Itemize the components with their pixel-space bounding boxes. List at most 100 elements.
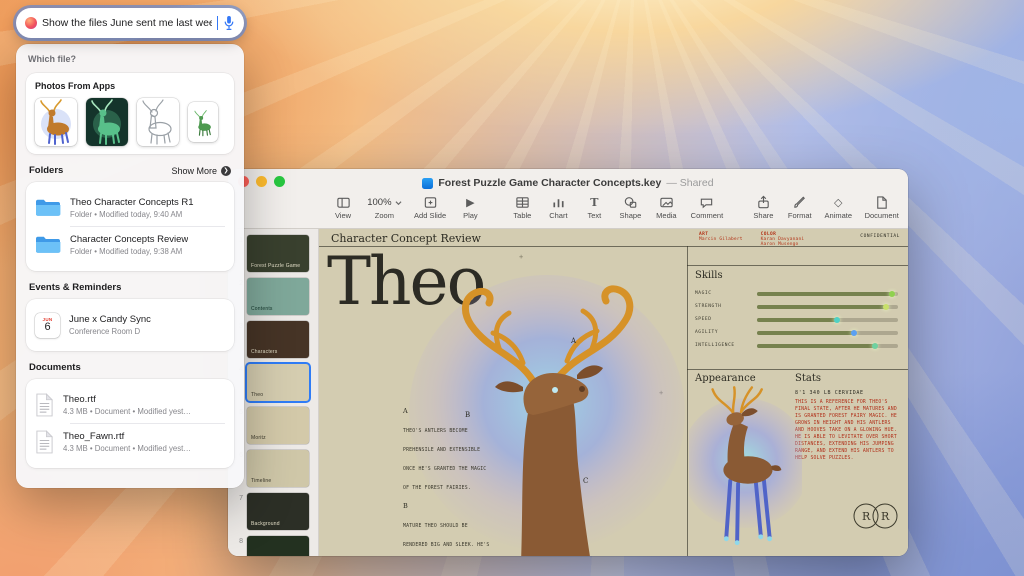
keynote-window: Forest Puzzle Game Character Concepts.ke… xyxy=(228,169,908,556)
slide-thumbnail-label: Forest Puzzle Game xyxy=(251,262,301,269)
photo-result-thumbnail[interactable] xyxy=(137,98,179,146)
skill-row: SPEED xyxy=(695,313,898,326)
skills-title: Skills xyxy=(695,270,723,281)
photo-result-thumbnail[interactable] xyxy=(35,98,77,146)
microphone-icon[interactable] xyxy=(223,15,235,31)
slide-thumbnail: Contents xyxy=(247,278,309,315)
zoom-control[interactable]: 100% Zoom xyxy=(367,195,402,220)
slide-thumbnail-row[interactable]: 8 xyxy=(228,536,318,556)
skill-bar-track xyxy=(757,329,898,336)
window-titlebar[interactable]: Forest Puzzle Game Character Concepts.ke… xyxy=(228,169,908,193)
photo-result-thumbnail[interactable] xyxy=(86,98,128,146)
share-icon xyxy=(758,195,769,209)
chart-button[interactable]: Chart xyxy=(547,195,569,220)
slide-thumbnail-label: Background xyxy=(251,520,280,527)
svg-text:R: R xyxy=(881,510,890,523)
result-meta: 4.3 MB • Document • Modified yest… xyxy=(63,443,192,453)
result-meta: Folder • Modified today, 9:38 AM xyxy=(70,246,183,256)
share-button[interactable]: Share xyxy=(752,195,774,220)
slide-number: 7 xyxy=(239,495,243,502)
desktop: Forest Puzzle Game Character Concepts.ke… xyxy=(0,0,1024,576)
slide-thumbnail-row[interactable]: 7 Background xyxy=(228,493,318,530)
chevron-down-icon xyxy=(395,200,402,205)
slide-thumbnail-label: Timeline xyxy=(251,477,272,484)
format-icon xyxy=(794,196,806,208)
skill-row: MAGIC xyxy=(695,287,898,300)
chevron-right-icon: ❯ xyxy=(221,165,231,176)
slide-credits: ART Marcin Gilabert COLOR Karan Davyanan… xyxy=(699,232,804,247)
media-button[interactable]: Media xyxy=(655,195,677,220)
photo-result-thumbnail[interactable] xyxy=(188,102,218,142)
search-input[interactable]: Show the files June sent me last week xyxy=(42,17,212,29)
shape-icon xyxy=(624,197,637,208)
documents-title: Documents xyxy=(29,362,81,373)
play-button[interactable]: ▶ Play xyxy=(459,195,481,220)
skill-bar-dot xyxy=(871,342,878,349)
text-cursor xyxy=(216,16,218,30)
skill-bar-dot xyxy=(833,316,840,323)
skill-bar-fill xyxy=(757,342,878,349)
deer-art-color-icon xyxy=(40,99,71,145)
shape-button[interactable]: Shape xyxy=(619,195,641,220)
photo-results-row xyxy=(35,98,225,146)
registration-mark-logo: R R xyxy=(853,503,898,529)
events-title: Events & Reminders xyxy=(29,282,122,293)
skill-row: INTELLIGENCE xyxy=(695,339,898,352)
slide-thumbnail xyxy=(247,536,309,556)
calendar-icon: JUN 6 xyxy=(35,312,60,338)
note-b: B MATURE THEO SHOULD BE RENDERED BIG AND… xyxy=(403,502,490,548)
skill-bar-fill xyxy=(757,329,857,336)
spotlight-search-bar[interactable]: Show the files June sent me last week xyxy=(16,8,244,38)
traffic-lights xyxy=(238,176,285,187)
animate-button[interactable]: ◇ Animate xyxy=(824,195,852,220)
stats-measurements: 8'1 340 LB CERVIDAE xyxy=(795,390,864,396)
keynote-body: 1 Forest Puzzle Game 2 Contents 3 Charac… xyxy=(228,229,908,556)
add-slide-button[interactable]: Add Slide xyxy=(414,195,446,220)
slide-thumbnail-label: Contents xyxy=(251,305,273,312)
skill-bar-dot xyxy=(850,329,857,336)
photos-from-apps-card: Photos From Apps xyxy=(26,73,234,154)
slide-thumbnail: Moritz xyxy=(247,407,309,444)
result-name: Theo_Fawn.rtf xyxy=(63,431,125,443)
annotation-marker-a: A xyxy=(571,337,577,345)
text-button[interactable]: T Text xyxy=(583,195,605,220)
comment-button[interactable]: Comment xyxy=(691,195,723,220)
skill-bar-track xyxy=(757,316,898,323)
result-name: Theo.rtf xyxy=(63,394,96,406)
window-chrome: Forest Puzzle Game Character Concepts.ke… xyxy=(228,169,908,229)
skill-bar-fill xyxy=(757,303,890,310)
skill-bar-track xyxy=(757,303,898,310)
view-button[interactable]: View xyxy=(332,195,354,220)
folders-title: Folders xyxy=(29,165,64,176)
slide-thumbnail-selected: Theo xyxy=(247,364,309,401)
rtf-document-icon xyxy=(36,430,54,454)
folder-result[interactable]: Character Concepts Review Folder • Modif… xyxy=(35,227,225,263)
skill-bar-dot xyxy=(888,290,895,297)
document-result[interactable]: Theo_Fawn.rtf 4.3 MB • Document • Modifi… xyxy=(35,424,225,460)
slide-canvas[interactable]: Character Concept Review ART Marcin Gila… xyxy=(319,229,908,556)
result-name: Character Concepts Review xyxy=(70,234,189,246)
table-button[interactable]: Table xyxy=(511,195,533,220)
folders-section-header: Folders Show More ❯ xyxy=(26,158,234,182)
skill-row: STRENGTH xyxy=(695,300,898,313)
skill-bar-track xyxy=(757,290,898,297)
deer-art-sketch-icon xyxy=(142,99,172,145)
format-button[interactable]: Format xyxy=(788,195,812,220)
fullscreen-window-button[interactable] xyxy=(274,176,285,187)
text-icon: T xyxy=(590,196,599,209)
minimize-window-button[interactable] xyxy=(256,176,267,187)
document-button[interactable]: Document xyxy=(865,195,899,220)
show-more-button[interactable]: Show More ❯ xyxy=(171,165,231,176)
document-result[interactable]: Theo.rtf 4.3 MB • Document • Modified ye… xyxy=(35,387,225,423)
keynote-toolbar: View 100% Zoom Add Slide ▶ Play Table Ch… xyxy=(228,193,908,228)
events-section-header: Events & Reminders xyxy=(26,275,234,299)
folder-result[interactable]: Theo Character Concepts R1 Folder • Modi… xyxy=(35,190,225,226)
skill-bar-fill xyxy=(757,290,895,297)
folder-icon xyxy=(36,236,61,253)
folders-card: Theo Character Concepts R1 Folder • Modi… xyxy=(26,182,234,271)
skill-bar-track xyxy=(757,342,898,349)
deer-art-green-icon xyxy=(194,110,211,137)
theo-fullbody-illustration[interactable] xyxy=(689,379,802,556)
event-result[interactable]: JUN 6 June x Candy Sync Conference Room … xyxy=(35,307,225,343)
media-icon xyxy=(660,197,673,208)
